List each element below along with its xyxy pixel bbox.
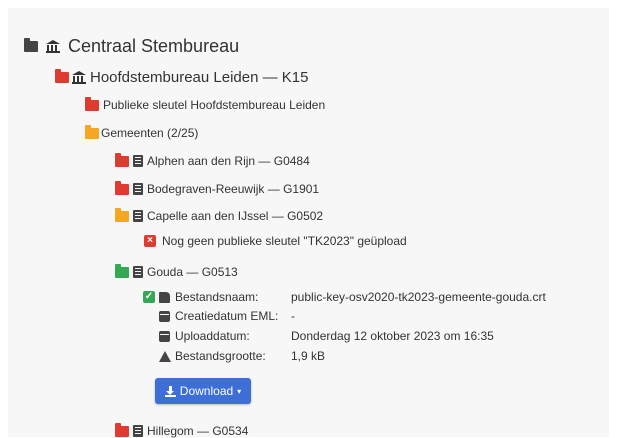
tree-gemeenten[interactable]: Gemeenten (2/25) bbox=[85, 124, 199, 140]
download-button-label: Download bbox=[179, 384, 234, 398]
city-building-icon bbox=[133, 210, 143, 222]
city-building-icon bbox=[133, 155, 143, 167]
detail-filename-label: Bestandsnaam: bbox=[175, 290, 259, 304]
detail-eml-row: Creatiedatum EML: - bbox=[159, 309, 295, 323]
folder-icon bbox=[115, 180, 129, 195]
detail-eml-label: Creatiedatum EML: bbox=[175, 309, 279, 323]
folder-open-icon bbox=[55, 69, 69, 83]
folder-icon bbox=[85, 96, 99, 111]
download-button[interactable]: Download ▾ bbox=[155, 378, 251, 404]
detail-size-value: 1,9 kB bbox=[291, 349, 326, 363]
tree-gemeenten-label: Gemeenten (2/25) bbox=[101, 126, 199, 140]
tree-item-label: Alphen aan den Rijn — G0484 bbox=[147, 154, 310, 168]
tree-root-label: Centraal Stembureau bbox=[68, 36, 240, 56]
tree-hsb[interactable]: Hoofdstembureau Leiden — K15 bbox=[55, 69, 308, 86]
tree-item-hillegom[interactable]: Hillegom — G0534 bbox=[115, 422, 249, 438]
capelle-error-text: Nog geen publieke sleutel "TK2023" geüpl… bbox=[162, 234, 407, 248]
detail-upload-row: Uploaddatum: Donderdag 12 oktober 2023 o… bbox=[159, 329, 494, 343]
calendar-icon bbox=[159, 330, 170, 342]
tree-item-label: Gouda — G0513 bbox=[147, 265, 238, 279]
weight-icon bbox=[159, 350, 171, 362]
download-icon bbox=[164, 385, 176, 397]
tree-item-gouda[interactable]: Gouda — G0513 bbox=[115, 263, 238, 279]
tree-item-label: Bodegraven-Reeuwijk — G1901 bbox=[147, 182, 320, 196]
city-building-icon bbox=[133, 183, 143, 195]
tree-hsb-label: Hoofdstembureau Leiden — K15 bbox=[90, 69, 309, 86]
detail-size-row: Bestandsgrootte: 1,9 kB bbox=[159, 349, 325, 363]
tree-item-capelle[interactable]: Capelle aan den IJssel — G0502 bbox=[115, 207, 324, 223]
folder-icon bbox=[115, 152, 129, 167]
folder-open-icon bbox=[115, 207, 129, 222]
error-icon: × bbox=[144, 235, 156, 247]
check-icon: ✓ bbox=[143, 291, 155, 303]
folder-open-icon bbox=[85, 124, 99, 139]
detail-upload-value: Donderdag 12 oktober 2023 om 16:35 bbox=[291, 329, 494, 343]
folder-open-icon bbox=[115, 263, 129, 278]
tree-public-key-label: Publieke sleutel Hoofdstembureau Leiden bbox=[103, 98, 326, 112]
calendar-icon bbox=[159, 310, 170, 322]
tree-public-key[interactable]: Publieke sleutel Hoofdstembureau Leiden bbox=[85, 96, 326, 112]
tree-item-alphen[interactable]: Alphen aan den Rijn — G0484 bbox=[115, 152, 310, 168]
tree-root[interactable]: Centraal Stembureau bbox=[24, 36, 239, 57]
folder-open-icon bbox=[24, 38, 38, 52]
city-building-icon bbox=[133, 266, 143, 278]
government-building-icon bbox=[72, 70, 86, 85]
government-building-icon bbox=[46, 39, 60, 54]
tree-item-label: Capelle aan den IJssel — G0502 bbox=[147, 209, 324, 223]
tree-item-bodegraven[interactable]: Bodegraven-Reeuwijk — G1901 bbox=[115, 180, 320, 196]
detail-eml-value: - bbox=[291, 309, 295, 323]
detail-upload-label: Uploaddatum: bbox=[175, 329, 250, 343]
folder-icon bbox=[115, 422, 129, 437]
capelle-error-message: × Nog geen publieke sleutel "TK2023" geü… bbox=[144, 234, 407, 248]
tree-item-label: Hillegom — G0534 bbox=[147, 424, 249, 438]
detail-size-label: Bestandsgrootte: bbox=[175, 349, 266, 363]
detail-filename-value: public-key-osv2020-tk2023-gemeente-gouda… bbox=[291, 290, 546, 304]
detail-filename-row: ✓ Bestandsnaam: public-key-osv2020-tk202… bbox=[143, 290, 546, 304]
file-icon bbox=[159, 291, 170, 303]
city-building-icon bbox=[133, 425, 143, 437]
chevron-down-icon: ▾ bbox=[237, 386, 242, 396]
